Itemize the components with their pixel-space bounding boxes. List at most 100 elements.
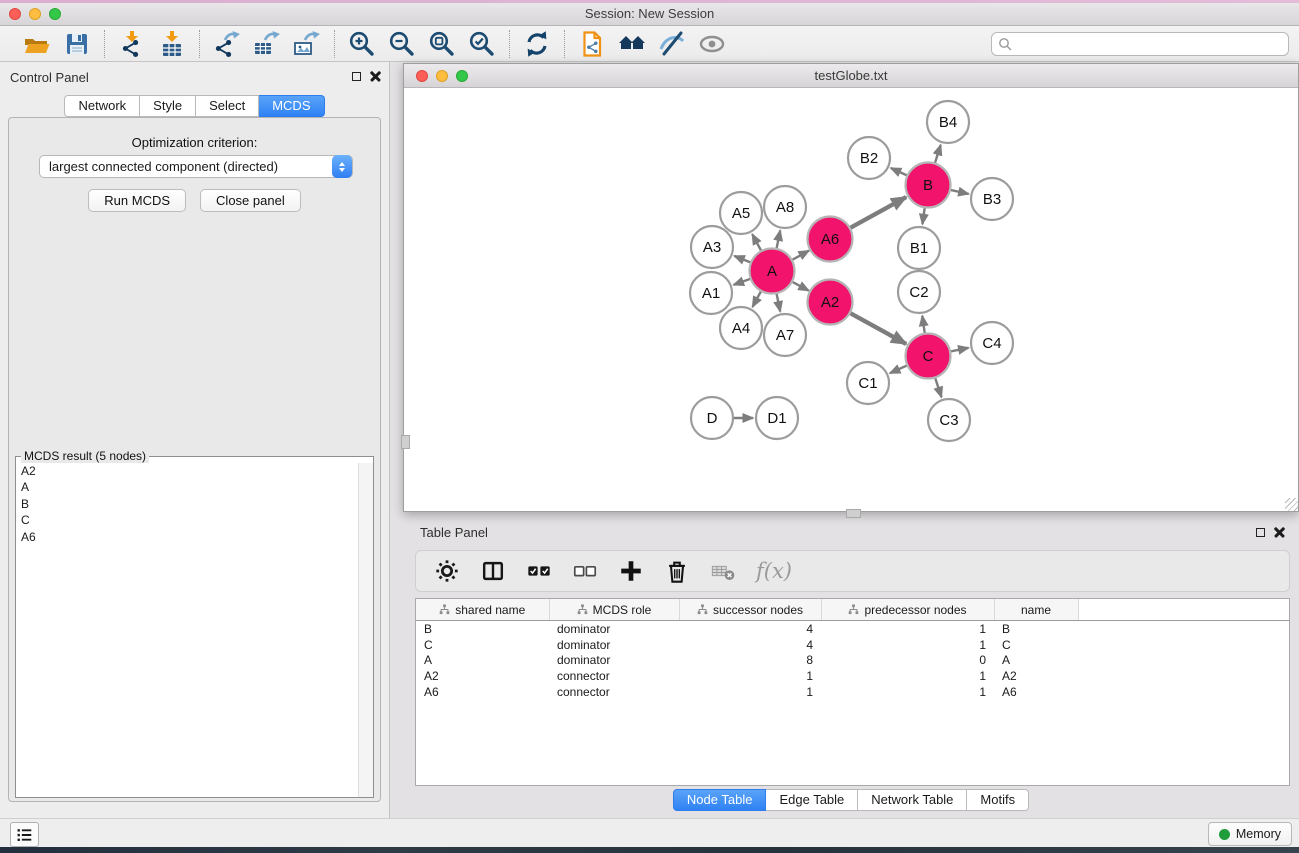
table-cell[interactable]: 1	[679, 668, 821, 684]
home-icon[interactable]	[618, 30, 646, 58]
graph-node-A[interactable]: A	[750, 249, 795, 294]
task-history-button[interactable]	[10, 822, 39, 847]
criterion-select[interactable]: largest connected component (directed)	[39, 155, 353, 178]
table-cell[interactable]: B	[994, 621, 1078, 637]
table-cell[interactable]: A6	[994, 684, 1078, 700]
table-cell[interactable]: connector	[549, 684, 679, 700]
add-column-icon[interactable]	[618, 558, 644, 584]
table-cell[interactable]: A	[994, 653, 1078, 669]
graph-node-C[interactable]: C	[906, 334, 951, 379]
table-cell[interactable]: connector	[549, 668, 679, 684]
float-panel-icon[interactable]	[352, 72, 361, 81]
open-session-icon[interactable]	[23, 30, 51, 58]
vertical-scrollbar-thumb[interactable]	[401, 435, 410, 449]
search-box[interactable]	[991, 32, 1289, 56]
table-row[interactable]: Bdominator41B	[416, 621, 1289, 637]
table-close-panel-icon[interactable]	[1274, 527, 1285, 538]
tab-mcds[interactable]: MCDS	[259, 95, 324, 117]
graph-node-C1[interactable]: C1	[847, 362, 889, 404]
table-row[interactable]: A2connector11A2	[416, 668, 1289, 684]
table-cell[interactable]: dominator	[549, 621, 679, 637]
refresh-layout-icon[interactable]	[523, 30, 551, 58]
resize-grip[interactable]	[1285, 498, 1298, 511]
table-cell[interactable]: 1	[679, 684, 821, 700]
export-table-icon[interactable]	[253, 30, 281, 58]
result-list-item[interactable]: A2	[16, 463, 359, 479]
result-list-item[interactable]: A	[16, 479, 359, 495]
graph-node-A4[interactable]: A4	[720, 307, 762, 349]
table-cell[interactable]: C	[416, 637, 549, 653]
horizontal-scrollbar-thumb[interactable]	[846, 509, 861, 518]
table-row[interactable]: Cdominator41C	[416, 637, 1289, 653]
table-settings-icon[interactable]	[434, 558, 460, 584]
import-network-icon[interactable]	[118, 30, 146, 58]
table-cell[interactable]: dominator	[549, 653, 679, 669]
search-input[interactable]	[1012, 34, 1288, 54]
show-graphics-details-icon[interactable]	[698, 30, 726, 58]
table-row[interactable]: A6connector11A6	[416, 684, 1289, 700]
graph-node-A6[interactable]: A6	[808, 217, 853, 262]
graph-node-A1[interactable]: A1	[690, 272, 732, 314]
zoom-fit-icon[interactable]	[428, 30, 456, 58]
graph-node-B1[interactable]: B1	[898, 227, 940, 269]
table-cell[interactable]: A2	[416, 668, 549, 684]
graph-node-B2[interactable]: B2	[848, 137, 890, 179]
graph-node-A2[interactable]: A2	[808, 280, 853, 325]
tab-select[interactable]: Select	[196, 95, 259, 117]
result-scrollbar[interactable]	[358, 463, 373, 797]
save-session-icon[interactable]	[63, 30, 91, 58]
delete-table-icon[interactable]	[710, 558, 736, 584]
table-cell[interactable]: C	[994, 637, 1078, 653]
table-cell[interactable]: 1	[821, 668, 994, 684]
tab-edge-table[interactable]: Edge Table	[766, 789, 858, 811]
graph-node-D[interactable]: D	[691, 397, 733, 439]
table-cell[interactable]: B	[416, 621, 549, 637]
table-cell[interactable]: 1	[821, 684, 994, 700]
result-list-item[interactable]: B	[16, 496, 359, 512]
import-table-icon[interactable]	[158, 30, 186, 58]
table-cell[interactable]: dominator	[549, 637, 679, 653]
column-header-successor-nodes[interactable]: successor nodes	[679, 599, 821, 621]
graph-node-B[interactable]: B	[906, 163, 951, 208]
graph-node-C3[interactable]: C3	[928, 399, 970, 441]
hide-graphics-details-icon[interactable]	[658, 30, 686, 58]
result-list-item[interactable]: A6	[16, 529, 359, 545]
table-row[interactable]: Adominator80A	[416, 653, 1289, 669]
graph-node-C2[interactable]: C2	[898, 271, 940, 313]
table-cell[interactable]: 4	[679, 637, 821, 653]
result-list-item[interactable]: C	[16, 512, 359, 528]
column-header-shared-name[interactable]: shared name	[416, 599, 549, 621]
table-cell[interactable]: 0	[821, 653, 994, 669]
network-window-titlebar[interactable]: testGlobe.txt	[404, 64, 1298, 88]
table-cell[interactable]: 1	[821, 621, 994, 637]
column-header-MCDS-role[interactable]: MCDS role	[549, 599, 679, 621]
graph-node-A7[interactable]: A7	[764, 314, 806, 356]
graph-node-A3[interactable]: A3	[691, 226, 733, 268]
tab-motifs[interactable]: Motifs	[967, 789, 1029, 811]
graph-node-D1[interactable]: D1	[756, 397, 798, 439]
table-cell[interactable]: 8	[679, 653, 821, 669]
memory-button[interactable]: Memory	[1208, 822, 1292, 846]
graph-node-A8[interactable]: A8	[764, 186, 806, 228]
tab-network[interactable]: Network	[64, 95, 140, 117]
column-header-predecessor-nodes[interactable]: predecessor nodes	[821, 599, 994, 621]
table-cell[interactable]: A	[416, 653, 549, 669]
tab-style[interactable]: Style	[140, 95, 196, 117]
deselect-all-rows-icon[interactable]	[572, 558, 598, 584]
close-panel-icon[interactable]	[370, 71, 381, 82]
column-header-name[interactable]: name	[994, 599, 1078, 621]
network-canvas[interactable]: AA1A2A3A4A5A6A7A8BB1B2B3B4CC1C2C3C4DD1	[404, 88, 1298, 511]
split-panel-icon[interactable]	[480, 558, 506, 584]
run-mcds-button[interactable]: Run MCDS	[88, 189, 186, 212]
graph-node-B4[interactable]: B4	[927, 101, 969, 143]
select-all-rows-icon[interactable]	[526, 558, 552, 584]
graph-node-A5[interactable]: A5	[720, 192, 762, 234]
network-file-icon[interactable]	[578, 30, 606, 58]
table-cell[interactable]: 4	[679, 621, 821, 637]
close-panel-button[interactable]: Close panel	[200, 189, 301, 212]
export-network-icon[interactable]	[213, 30, 241, 58]
graph-node-B3[interactable]: B3	[971, 178, 1013, 220]
table-float-panel-icon[interactable]	[1256, 528, 1265, 537]
tab-network-table[interactable]: Network Table	[858, 789, 967, 811]
zoom-selected-icon[interactable]	[468, 30, 496, 58]
